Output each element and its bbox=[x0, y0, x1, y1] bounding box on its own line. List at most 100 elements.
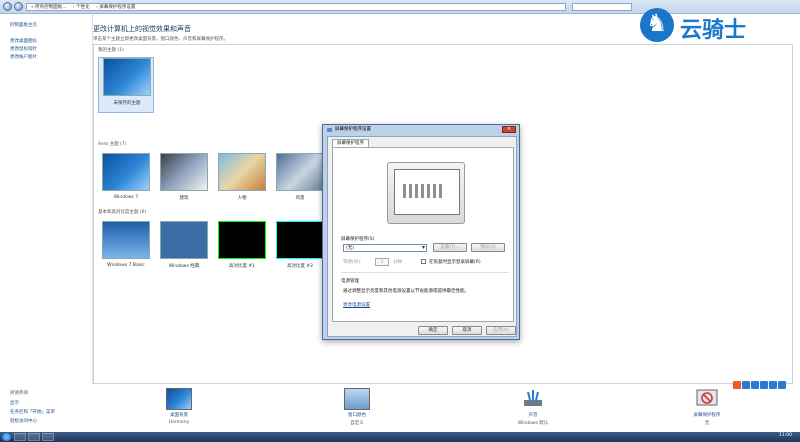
taskbar-app-button[interactable] bbox=[42, 433, 54, 441]
ime-mic-icon[interactable] bbox=[760, 381, 768, 389]
breadcrumb-segment[interactable]: › 屏幕保护程序设置 bbox=[96, 5, 135, 10]
cancel-button[interactable]: 取消 bbox=[452, 326, 482, 335]
divider bbox=[341, 272, 509, 273]
theme-landscapes[interactable]: 风景 bbox=[272, 153, 328, 209]
ime-logo-icon[interactable] bbox=[733, 381, 741, 389]
dialog-title: 屏幕保护程序设置 bbox=[327, 126, 371, 134]
dialog-body: 屏幕保护程序 屏幕保护程序(S) (无) 设置(T)... 预览(V) 等待(W… bbox=[327, 136, 517, 337]
desktop-background-value: Harmony bbox=[168, 420, 190, 425]
screensaver-button[interactable]: 屏幕保护程序 无 bbox=[672, 388, 742, 432]
window-color-title: 窗口颜色 bbox=[348, 413, 366, 418]
back-button[interactable] bbox=[3, 2, 12, 11]
change-account-picture-link[interactable]: 更改帐户图片 bbox=[10, 54, 37, 60]
theme-thumbnail bbox=[276, 153, 324, 191]
theme-unsaved[interactable]: 未保存的主题 bbox=[98, 57, 154, 113]
resume-logon-checkbox[interactable] bbox=[421, 259, 426, 264]
control-panel-home-link[interactable]: 控制面板主页 bbox=[10, 22, 37, 28]
display-link[interactable]: 显示 bbox=[10, 400, 19, 406]
theme-thumbnail bbox=[102, 153, 150, 191]
taskbar-start-menu-link[interactable]: 任务栏和「开始」菜单 bbox=[10, 409, 55, 415]
taskbar-app-button[interactable] bbox=[28, 433, 40, 441]
theme-caption: 建筑 bbox=[179, 196, 189, 201]
screensaver-settings-dialog: 屏幕保护程序设置 × 屏幕保护程序 屏幕保护程序(S) (无) 设置(T)...… bbox=[322, 124, 520, 340]
power-management-description: 通过调整显示亮度和其他电源设置以节省能源或提供最佳性能。 bbox=[343, 289, 469, 294]
theme-thumbnail bbox=[160, 153, 208, 191]
taskbar-app-button[interactable] bbox=[14, 433, 26, 441]
wait-minutes-stepper[interactable]: 1 bbox=[375, 258, 389, 266]
search-input[interactable] bbox=[572, 3, 632, 11]
theme-high-contrast-1[interactable]: 高对比度 #1 bbox=[214, 221, 270, 277]
close-icon[interactable]: × bbox=[502, 126, 516, 133]
theme-caption: Windows 7 bbox=[113, 195, 139, 200]
screensaver-select[interactable]: (无) bbox=[343, 244, 427, 252]
minutes-label: 分钟 bbox=[393, 260, 402, 265]
ime-punct-icon[interactable] bbox=[751, 381, 759, 389]
theme-caption: 风景 bbox=[295, 196, 305, 201]
change-power-settings-link[interactable]: 更改电源设置 bbox=[343, 302, 370, 308]
theme-thumbnail bbox=[102, 221, 150, 259]
breadcrumb-segment[interactable]: › 个性化 bbox=[73, 5, 90, 10]
breadcrumb-segment[interactable]: « 所有控制面板... bbox=[31, 5, 66, 10]
theme-windows7-basic[interactable]: Windows 7 Basic bbox=[98, 221, 154, 277]
aero-themes-label: Aero 主题 (7) bbox=[98, 142, 127, 147]
theme-caption: Windows 经典 bbox=[168, 264, 200, 269]
page-title: 更改计算机上的视觉效果和声音 bbox=[93, 25, 191, 33]
theme-high-contrast-2[interactable]: 高对比度 #2 bbox=[272, 221, 328, 277]
dialog-panel: 屏幕保护程序(S) (无) 设置(T)... 预览(V) 等待(W): 1 分钟… bbox=[332, 147, 514, 322]
ease-of-access-link[interactable]: 轻松访问中心 bbox=[10, 418, 37, 424]
sounds-value: Windows 默认 bbox=[517, 421, 549, 426]
taskbar-clock[interactable]: 11:00 bbox=[779, 433, 792, 438]
settings-bar: 桌面背景 Harmony 窗口颜色 自定义 声音 Windows 默认 屏幕保护… bbox=[92, 384, 800, 432]
theme-caption: Windows 7 Basic bbox=[107, 263, 145, 268]
theme-thumbnail bbox=[218, 221, 266, 259]
ime-skin-icon[interactable] bbox=[778, 381, 786, 389]
screensaver-title: 屏幕保护程序 bbox=[693, 413, 721, 418]
theme-architecture[interactable]: 建筑 bbox=[156, 153, 212, 209]
forward-button[interactable] bbox=[14, 2, 23, 11]
power-management-title: 电源管理 bbox=[341, 279, 359, 284]
start-button[interactable] bbox=[2, 433, 11, 441]
speaker-icon bbox=[520, 388, 546, 410]
sounds-button[interactable]: 声音 Windows 默认 bbox=[498, 388, 568, 432]
window-color-button[interactable]: 窗口颜色 自定义 bbox=[322, 388, 392, 432]
watermark: 云骑士 bbox=[640, 8, 790, 43]
ime-keyboard-icon[interactable] bbox=[769, 381, 777, 389]
taskbar: 11:00 bbox=[0, 432, 800, 442]
desktop-background-button[interactable]: 桌面背景 Harmony bbox=[144, 388, 214, 432]
theme-windows-classic[interactable]: Windows 经典 bbox=[156, 221, 212, 277]
my-themes-label: 我的主题 (1) bbox=[98, 48, 124, 53]
theme-caption: 未保存的主题 bbox=[113, 101, 141, 106]
theme-thumbnail bbox=[103, 58, 151, 96]
theme-characters[interactable]: 人物 bbox=[214, 153, 270, 209]
theme-thumbnail bbox=[276, 221, 324, 259]
apply-button[interactable]: 应用(A) bbox=[486, 326, 516, 335]
tab-screensaver[interactable]: 屏幕保护程序 bbox=[332, 139, 369, 147]
screensaver-value: 无 bbox=[704, 421, 710, 426]
ime-mode-icon[interactable] bbox=[742, 381, 750, 389]
settings-button[interactable]: 设置(T)... bbox=[433, 243, 467, 252]
preview-screen bbox=[394, 169, 460, 215]
task-pane: 控制面板主页 更改桌面图标 更改鼠标指针 更改帐户图片 另请参阅 显示 任务栏和… bbox=[0, 14, 92, 432]
watermark-text: 云骑士 bbox=[680, 18, 747, 43]
preview-button[interactable]: 预览(V) bbox=[471, 243, 505, 252]
window-color-value: 自定义 bbox=[350, 421, 364, 426]
resume-logon-label: 在恢复时显示登录屏幕(R) bbox=[429, 260, 481, 265]
theme-windows7[interactable]: Windows 7 bbox=[98, 153, 154, 209]
theme-caption: 高对比度 #2 bbox=[286, 264, 314, 269]
address-field[interactable]: « 所有控制面板... › 个性化 › 屏幕保护程序设置 bbox=[26, 3, 566, 11]
preview-window-icons bbox=[403, 184, 443, 198]
screensaver-group-label: 屏幕保护程序(S) bbox=[341, 237, 375, 242]
theme-caption: 人物 bbox=[237, 196, 247, 201]
basic-themes-label: 基本和高对比度主题 (6) bbox=[98, 210, 147, 215]
change-mouse-pointers-link[interactable]: 更改鼠标指针 bbox=[10, 46, 37, 52]
monitor-preview bbox=[387, 162, 465, 224]
theme-thumbnail bbox=[160, 221, 208, 259]
wait-label: 等待(W): bbox=[343, 260, 362, 265]
no-screensaver-icon bbox=[694, 388, 720, 410]
change-desktop-icons-link[interactable]: 更改桌面图标 bbox=[10, 38, 37, 44]
page-subtitle: 单击某个主题立即更改桌面背景、窗口颜色、声音和屏幕保护程序。 bbox=[93, 37, 228, 42]
ime-toolbar[interactable] bbox=[733, 381, 795, 391]
ok-button[interactable]: 确定 bbox=[418, 326, 448, 335]
window-color-icon bbox=[344, 388, 370, 410]
sounds-title: 声音 bbox=[528, 413, 538, 418]
